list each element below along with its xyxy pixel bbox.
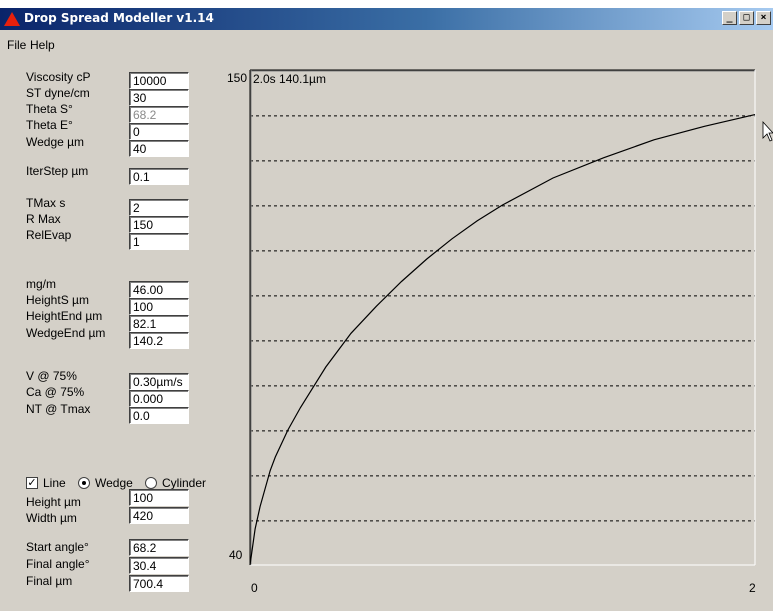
chart-readout: 2.0s 140.1µm	[253, 72, 326, 86]
spread-chart: 2.0s 140.1µm	[249, 69, 773, 566]
mouse-cursor-icon	[762, 120, 773, 142]
plot-area	[250, 70, 755, 565]
